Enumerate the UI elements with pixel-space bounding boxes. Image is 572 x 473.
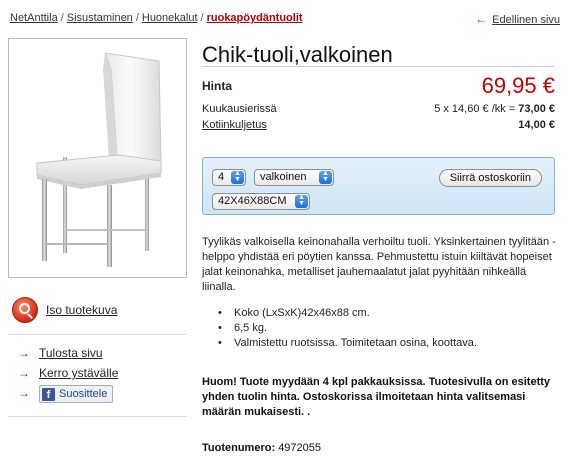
- list-item-text: 6,5 kg.: [234, 322, 268, 334]
- product-title: Chik-tuoli,valkoinen: [202, 42, 393, 67]
- breadcrumb-separator: /: [60, 12, 64, 24]
- installment-row: Kuukausierissä 5 x 14,60 € /kk = 73,00 €: [202, 99, 555, 115]
- list-item-text: Valmistettu ruotsissa. Toimitetaan osina…: [234, 337, 477, 349]
- breadcrumb-item-huonekalut[interactable]: Huonekalut: [142, 12, 198, 24]
- product-number-value: 4972055: [278, 442, 322, 454]
- installment-detail: 5 x 14,60 € /kk =: [434, 103, 519, 115]
- facebook-row: → f Suosittele: [18, 383, 118, 403]
- list-item-text: Koko (LxSxK)42x46x88 cm.: [234, 307, 370, 319]
- installment-value: 5 x 14,60 € /kk = 73,00 €: [434, 103, 555, 115]
- breadcrumb-separator: /: [200, 12, 204, 24]
- arrow-right-icon: →: [18, 346, 30, 360]
- add-to-cart-button[interactable]: Siirrä ostoskoriin: [438, 169, 542, 187]
- order-box: 4 ▲ ▼ valkoinen ▲ ▼ 42X46X88CM ▲ ▼ Siirrä o…: [202, 157, 555, 215]
- price-row: Hinta 69,95 €: [202, 73, 555, 99]
- facebook-recommend-button[interactable]: f Suosittele: [39, 385, 114, 403]
- facebook-recommend-label: Suosittele: [59, 388, 108, 400]
- arrow-left-icon: ←: [475, 12, 488, 26]
- price-block: Hinta 69,95 € Kuukausierissä 5 x 14,60 €…: [202, 66, 555, 131]
- shipping-price: 14,00 €: [518, 119, 555, 131]
- quantity-select[interactable]: 4 ▲ ▼: [212, 169, 246, 186]
- product-number: Tuotenumero: 4972055: [202, 442, 321, 454]
- feature-list: • Koko (LxSxK)42x46x88 cm. • 6,5 kg. • Valm…: [218, 306, 477, 351]
- size-select[interactable]: 42X46X88CM ▲ ▼: [212, 193, 310, 210]
- large-image-label: Iso tuotekuva: [46, 303, 118, 317]
- chevron-updown-icon: ▲ ▼: [231, 170, 244, 184]
- arrow-right-icon: →: [18, 386, 30, 400]
- bullet-icon: •: [218, 337, 222, 349]
- tell-friend-label: Kerro ystävälle: [39, 366, 119, 380]
- price-value: 69,95 €: [481, 73, 555, 98]
- magnifier-icon: [12, 297, 38, 323]
- product-number-label: Tuotenumero:: [202, 442, 276, 454]
- chevron-updown-icon: ▲ ▼: [319, 170, 332, 184]
- bullet-icon: •: [218, 322, 222, 334]
- list-item: • Koko (LxSxK)42x46x88 cm.: [218, 306, 477, 321]
- breadcrumb: NetAnttila / Sisustaminen / Huonekalut / ruoka…: [10, 12, 303, 24]
- product-description: Tyylikäs valkoisella keinonahalla verhoi…: [202, 236, 556, 293]
- print-page-label: Tulosta sivu: [39, 346, 103, 360]
- arrow-right-icon: →: [18, 366, 30, 380]
- back-link-label: Edellinen sivu: [492, 14, 560, 26]
- size-value: 42X46X88CM: [218, 195, 287, 207]
- bullet-icon: •: [218, 307, 222, 319]
- installment-label: Kuukausierissä: [202, 103, 277, 115]
- large-image-link[interactable]: Iso tuotekuva: [12, 297, 117, 323]
- chevron-updown-icon: ▲ ▼: [295, 194, 308, 208]
- color-select[interactable]: valkoinen ▲ ▼: [254, 169, 334, 186]
- print-page-link[interactable]: → Tulosta sivu: [18, 343, 118, 363]
- chair-illustration: [36, 52, 162, 267]
- list-item: • 6,5 kg.: [218, 321, 477, 336]
- divider: [8, 416, 187, 417]
- package-notice: Huom! Tuote myydään 4 kpl pakkauksissa. …: [202, 376, 551, 418]
- breadcrumb-item-netanttila[interactable]: NetAnttila: [10, 12, 58, 24]
- list-item: • Valmistettu ruotsissa. Toimitetaan osin…: [218, 336, 477, 351]
- divider: [8, 334, 187, 335]
- back-link[interactable]: ← Edellinen sivu: [475, 12, 560, 26]
- facebook-icon: f: [42, 387, 55, 401]
- quantity-value: 4: [218, 171, 225, 183]
- share-links: → Tulosta sivu → Kerro ystävälle → f Suosi…: [18, 343, 118, 403]
- shipping-link[interactable]: Kotiinkuljetus: [202, 119, 267, 131]
- shipping-row: Kotiinkuljetus 14,00 €: [202, 115, 555, 131]
- breadcrumb-current[interactable]: ruokapöydäntuolit: [207, 12, 303, 24]
- price-label: Hinta: [202, 79, 232, 93]
- breadcrumb-separator: /: [135, 12, 139, 24]
- breadcrumb-item-sisustaminen[interactable]: Sisustaminen: [67, 12, 133, 24]
- color-value: valkoinen: [260, 171, 307, 183]
- product-image[interactable]: [8, 38, 187, 278]
- tell-friend-link[interactable]: → Kerro ystävälle: [18, 363, 118, 383]
- installment-total: 73,00 €: [518, 103, 555, 115]
